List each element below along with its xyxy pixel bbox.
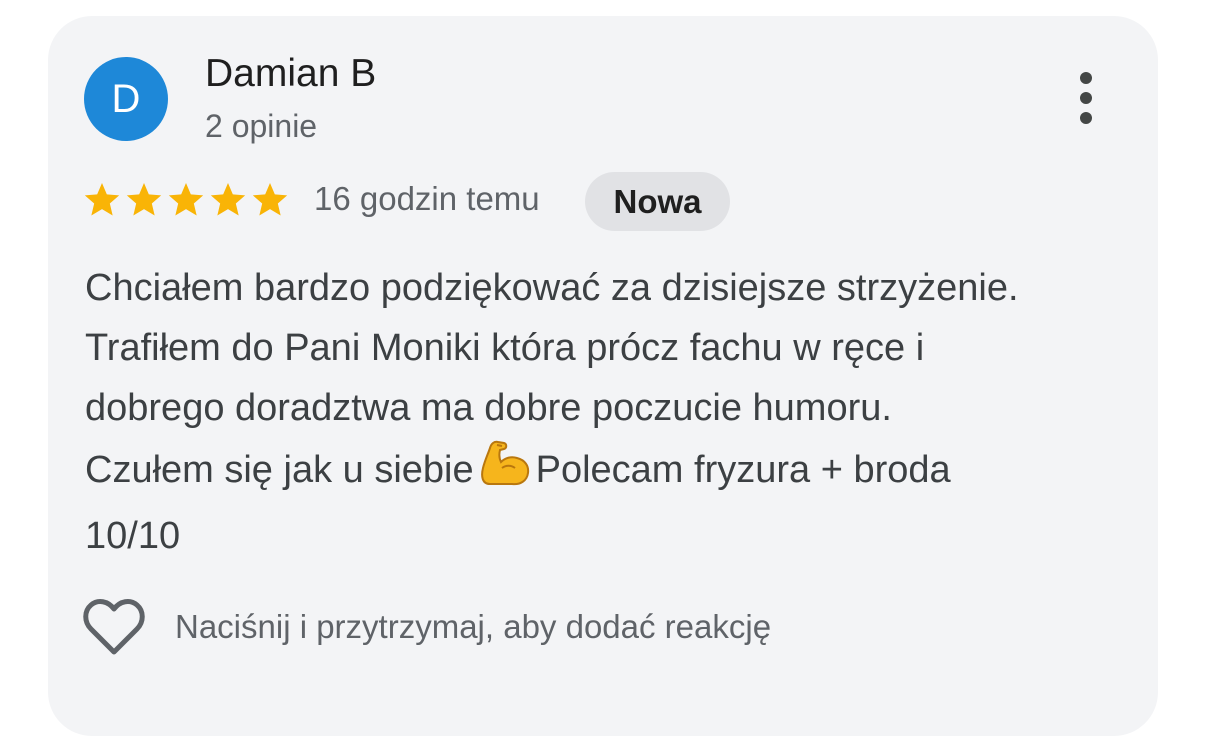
review-text-line: Trafiłem do Pani Moniki która prócz fach… — [85, 327, 925, 369]
more-dot — [1080, 72, 1092, 84]
reviewer-reviews-count: 2 opinie — [205, 108, 318, 144]
review-text-segment: Czułem się jak u siebie — [85, 449, 474, 491]
star-icon — [252, 183, 288, 216]
review-text-segment: Polecam fryzura + broda — [535, 449, 951, 491]
review-text-line: dobrego doradztwa ma dobre poczucie humo… — [85, 387, 892, 429]
star-icon — [168, 183, 204, 216]
reviewer-name[interactable]: Damian B — [205, 52, 376, 96]
star-rating — [82, 178, 290, 222]
review-time: 16 godzin temu — [314, 180, 540, 217]
heart-outline-icon[interactable] — [82, 598, 146, 656]
more-vert-icon[interactable] — [1064, 64, 1108, 132]
avatar[interactable]: D — [84, 57, 168, 141]
review-text: Chciałem bardzo podziękować za dzisiejsz… — [85, 258, 1135, 566]
review-text-line: Chciałem bardzo podziękować za dzisiejsz… — [85, 267, 1019, 309]
star-icon — [126, 183, 162, 216]
reaction-hint: Naciśnij i przytrzymaj, aby dodać reakcj… — [175, 608, 772, 645]
star-icon — [210, 183, 246, 216]
review-text-line: Czułem się jak u siebie Polecam fryzura … — [85, 438, 1135, 506]
new-badge: Nowa — [585, 172, 730, 231]
star-icon — [84, 183, 120, 216]
avatar-letter: D — [111, 76, 141, 121]
review-text-line: 10/10 — [85, 515, 181, 557]
more-dot — [1080, 92, 1092, 104]
flexed-biceps-icon — [478, 438, 532, 506]
new-badge-label: Nowa — [613, 182, 702, 220]
more-dot — [1080, 112, 1092, 124]
